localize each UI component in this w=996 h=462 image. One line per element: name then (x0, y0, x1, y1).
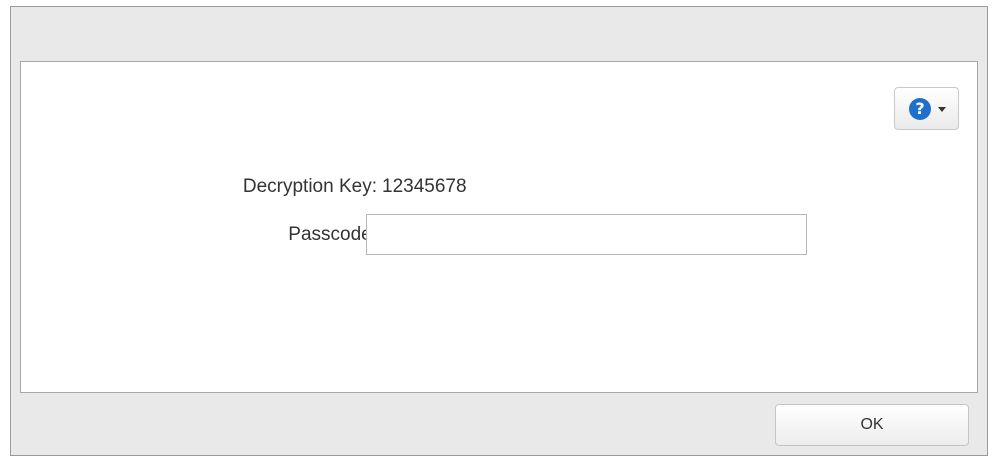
passcode-row: Passcode: (21, 214, 979, 255)
dialog-footer: OK (11, 393, 987, 455)
dialog-title-bar (11, 7, 987, 61)
help-menu-button[interactable]: ? (894, 87, 959, 130)
decryption-key-row: Decryption Key: 12345678 (21, 166, 979, 206)
ok-button[interactable]: OK (775, 404, 969, 446)
decryption-dialog: ? Decryption Key: 12345678 Passcode: OK (10, 6, 988, 456)
help-icon: ? (909, 98, 931, 120)
chevron-down-icon (938, 107, 946, 112)
passcode-input[interactable] (366, 214, 807, 255)
passcode-label: Passcode: (288, 224, 377, 245)
decryption-key-label: Decryption Key: (242, 176, 377, 197)
decryption-key-value: 12345678 (382, 176, 467, 197)
dialog-body: ? Decryption Key: 12345678 Passcode: (20, 61, 978, 393)
